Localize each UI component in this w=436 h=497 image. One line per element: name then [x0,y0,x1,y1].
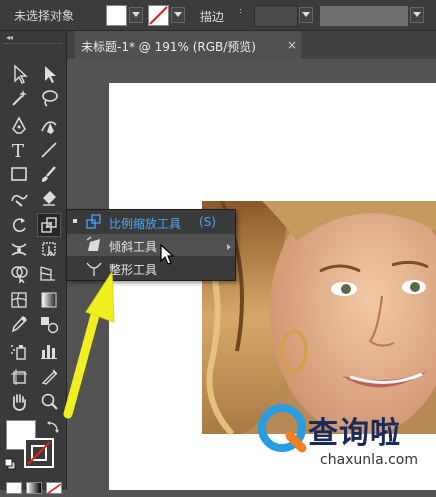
eraser-tool-icon[interactable] [38,187,60,209]
mouse-cursor-icon [160,243,176,266]
variable-width-profile[interactable] [320,6,408,26]
shape-builder-tool-icon[interactable] [8,262,30,284]
no-stroke-icon [149,6,168,25]
selection-tool-icon[interactable] [8,63,30,85]
selection-status: 未选择对象 [14,9,75,23]
watermark-url: chaxunla.com [320,452,418,468]
pen-tool-icon[interactable] [8,115,30,137]
rotate-tool-icon[interactable] [8,214,30,236]
document-tab[interactable]: 未标题-1* @ 191% (RGB/预览) × [75,31,301,59]
stroke-weight-dropdown[interactable] [299,7,313,23]
shaper-tool-icon[interactable] [8,187,30,209]
gradient-mode-button[interactable] [26,482,42,494]
curvature-tool-icon[interactable] [38,115,60,137]
free-transform-tool-icon[interactable] [38,238,60,260]
tearoff-arrow-icon[interactable] [227,244,231,250]
stroke-color-swatch[interactable] [148,5,169,26]
mesh-tool-icon[interactable] [8,289,30,311]
rectangle-tool-icon[interactable] [8,163,30,185]
eyedropper-tool-icon[interactable] [8,313,30,335]
none-mode-button[interactable] [46,482,62,495]
flyout-item-shortcut: (S) [199,215,216,229]
width-tool-icon[interactable] [8,238,30,260]
direct-selection-tool-icon[interactable] [38,63,60,85]
paintbrush-tool-icon[interactable] [38,163,60,185]
document-tab-bar: 未标题-1* @ 191% (RGB/预览) × [67,31,436,59]
fill-dropdown[interactable] [129,7,143,23]
type-tool-icon[interactable]: T [8,139,30,161]
line-segment-tool-icon[interactable] [38,139,60,161]
stroke-weight-spinner[interactable]: : [239,7,249,23]
document-title: 未标题-1* @ 191% (RGB/预览) [81,40,256,54]
flyout-item-shear[interactable]: 倾斜工具 [67,234,235,256]
magic-wand-tool-icon[interactable] [8,87,30,109]
hand-tool-icon[interactable] [8,391,30,413]
annotation-arrow [56,264,126,424]
lasso-tool-icon[interactable] [38,87,60,109]
control-bar: 未选择对象 描边 : [0,0,436,31]
shear-tool-icon [85,236,103,254]
color-mode-button[interactable] [6,482,22,494]
stroke-label: 描边 [200,10,225,24]
svg-text:T: T [12,141,24,161]
flyout-item-scale[interactable]: 比例缩放工具 (S) [67,211,235,233]
none-stroke-icon [27,441,51,465]
symbol-sprayer-tool-icon[interactable] [8,340,30,362]
collapse-icon[interactable]: ◂◂ [6,33,13,42]
stroke-weight-input[interactable] [254,5,298,27]
fill-color-swatch[interactable] [106,5,127,26]
watermark-logo: 查询啦 chaxunla.com [256,400,418,472]
default-fill-stroke-icon[interactable] [4,458,16,470]
scale-tool-icon [85,213,103,231]
stroke-box[interactable] [24,438,54,468]
flyout-item-label: 倾斜工具 [109,240,158,254]
close-tab-icon[interactable]: × [287,38,297,52]
panel-grip[interactable] [4,43,62,46]
stroke-dropdown[interactable] [171,7,185,23]
scale-tool-icon[interactable] [37,213,61,237]
q-logo-icon [258,404,307,453]
artboard-tool-icon[interactable] [8,366,30,388]
profile-dropdown[interactable] [410,7,424,23]
watermark-text: 查询啦 [308,416,401,451]
flyout-item-label: 比例缩放工具 [109,217,182,231]
current-tool-bullet [73,219,77,223]
